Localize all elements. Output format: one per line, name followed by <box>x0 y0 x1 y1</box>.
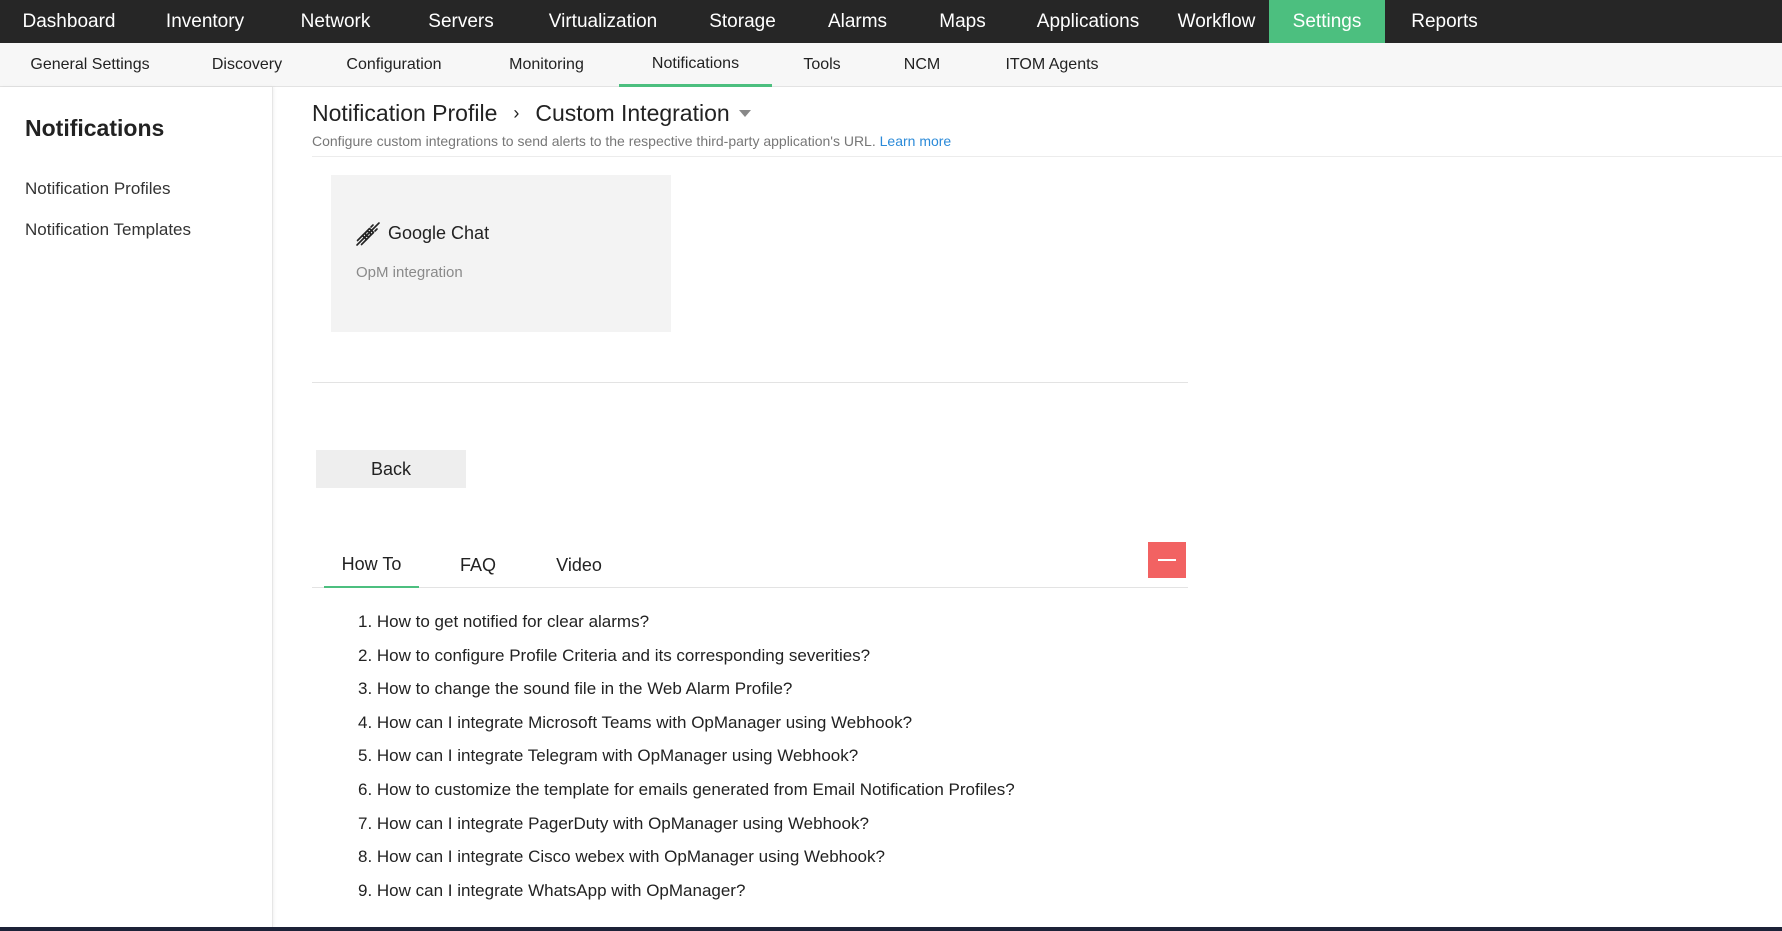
nav-applications[interactable]: Applications <box>1012 0 1164 43</box>
learn-more-link[interactable]: Learn more <box>880 133 952 149</box>
howto-item[interactable]: 2. How to configure Profile Criteria and… <box>358 644 1015 678</box>
subtitle-text: Configure custom integrations to send al… <box>312 133 876 149</box>
window-bottom-edge <box>0 927 1782 931</box>
breadcrumb: Notification Profile › Custom Integratio… <box>312 100 751 127</box>
subnav-notifications[interactable]: Notifications <box>619 43 772 87</box>
howto-item[interactable]: 8. How can I integrate Cisco webex with … <box>358 845 1015 879</box>
subnav-discovery[interactable]: Discovery <box>180 43 314 87</box>
page-subtitle: Configure custom integrations to send al… <box>312 133 951 149</box>
nav-servers[interactable]: Servers <box>399 0 523 43</box>
nav-workflow[interactable]: Workflow <box>1164 0 1269 43</box>
breadcrumb-current[interactable]: Custom Integration <box>535 100 729 127</box>
integration-description: OpM integration <box>356 264 463 281</box>
caret-down-icon[interactable] <box>738 110 751 117</box>
notifications-sidebar: Notifications Notification Profiles Noti… <box>0 87 273 927</box>
header-divider <box>312 156 1782 157</box>
nav-storage[interactable]: Storage <box>683 0 802 43</box>
settings-subnav: General Settings Discovery Configuration… <box>0 43 1782 87</box>
minus-icon[interactable] <box>1148 542 1186 578</box>
nav-virtualization[interactable]: Virtualization <box>523 0 683 43</box>
integration-card-google-chat[interactable]: Google Chat OpM integration <box>331 175 671 332</box>
integration-name: Google Chat <box>388 223 490 243</box>
top-navigation: Dashboard Inventory Network Servers Virt… <box>0 0 1782 43</box>
tab-video[interactable]: Video <box>536 542 622 588</box>
plug-connect-icon <box>355 221 381 247</box>
subnav-monitoring[interactable]: Monitoring <box>474 43 619 87</box>
nav-alarms[interactable]: Alarms <box>802 0 913 43</box>
howto-list: 1. How to get notified for clear alarms?… <box>358 610 1015 912</box>
tab-faq[interactable]: FAQ <box>432 542 524 588</box>
howto-item[interactable]: 4. How can I integrate Microsoft Teams w… <box>358 711 1015 745</box>
subnav-ncm[interactable]: NCM <box>872 43 972 87</box>
nav-inventory[interactable]: Inventory <box>138 0 272 43</box>
nav-dashboard[interactable]: Dashboard <box>0 0 138 43</box>
howto-item[interactable]: 5. How can I integrate Telegram with OpM… <box>358 744 1015 778</box>
nav-maps[interactable]: Maps <box>913 0 1012 43</box>
subnav-tools[interactable]: Tools <box>772 43 872 87</box>
howto-item[interactable]: 7. How can I integrate PagerDuty with Op… <box>358 812 1015 846</box>
subnav-itom-agents[interactable]: ITOM Agents <box>972 43 1132 87</box>
howto-item[interactable]: 9. How can I integrate WhatsApp with OpM… <box>358 879 1015 913</box>
nav-reports[interactable]: Reports <box>1385 0 1504 43</box>
help-tabs: How To FAQ Video <box>312 542 1188 588</box>
tab-how-to[interactable]: How To <box>324 542 419 588</box>
subnav-general-settings[interactable]: General Settings <box>0 43 180 87</box>
howto-item[interactable]: 3. How to change the sound file in the W… <box>358 677 1015 711</box>
sidebar-title: Notifications <box>25 115 165 141</box>
nav-settings[interactable]: Settings <box>1269 0 1385 43</box>
nav-network[interactable]: Network <box>272 0 399 43</box>
sidebar-link-notification-profiles[interactable]: Notification Profiles <box>25 179 171 199</box>
main-content: Notification Profile › Custom Integratio… <box>274 87 1782 927</box>
chevron-right-icon: › <box>513 103 520 123</box>
howto-item[interactable]: 6. How to customize the template for ema… <box>358 778 1015 812</box>
breadcrumb-parent[interactable]: Notification Profile <box>312 100 497 127</box>
section-divider <box>312 382 1188 383</box>
sidebar-link-notification-templates[interactable]: Notification Templates <box>25 220 191 240</box>
subnav-configuration[interactable]: Configuration <box>314 43 474 87</box>
back-button[interactable]: Back <box>316 450 466 488</box>
howto-item[interactable]: 1. How to get notified for clear alarms? <box>358 610 1015 644</box>
